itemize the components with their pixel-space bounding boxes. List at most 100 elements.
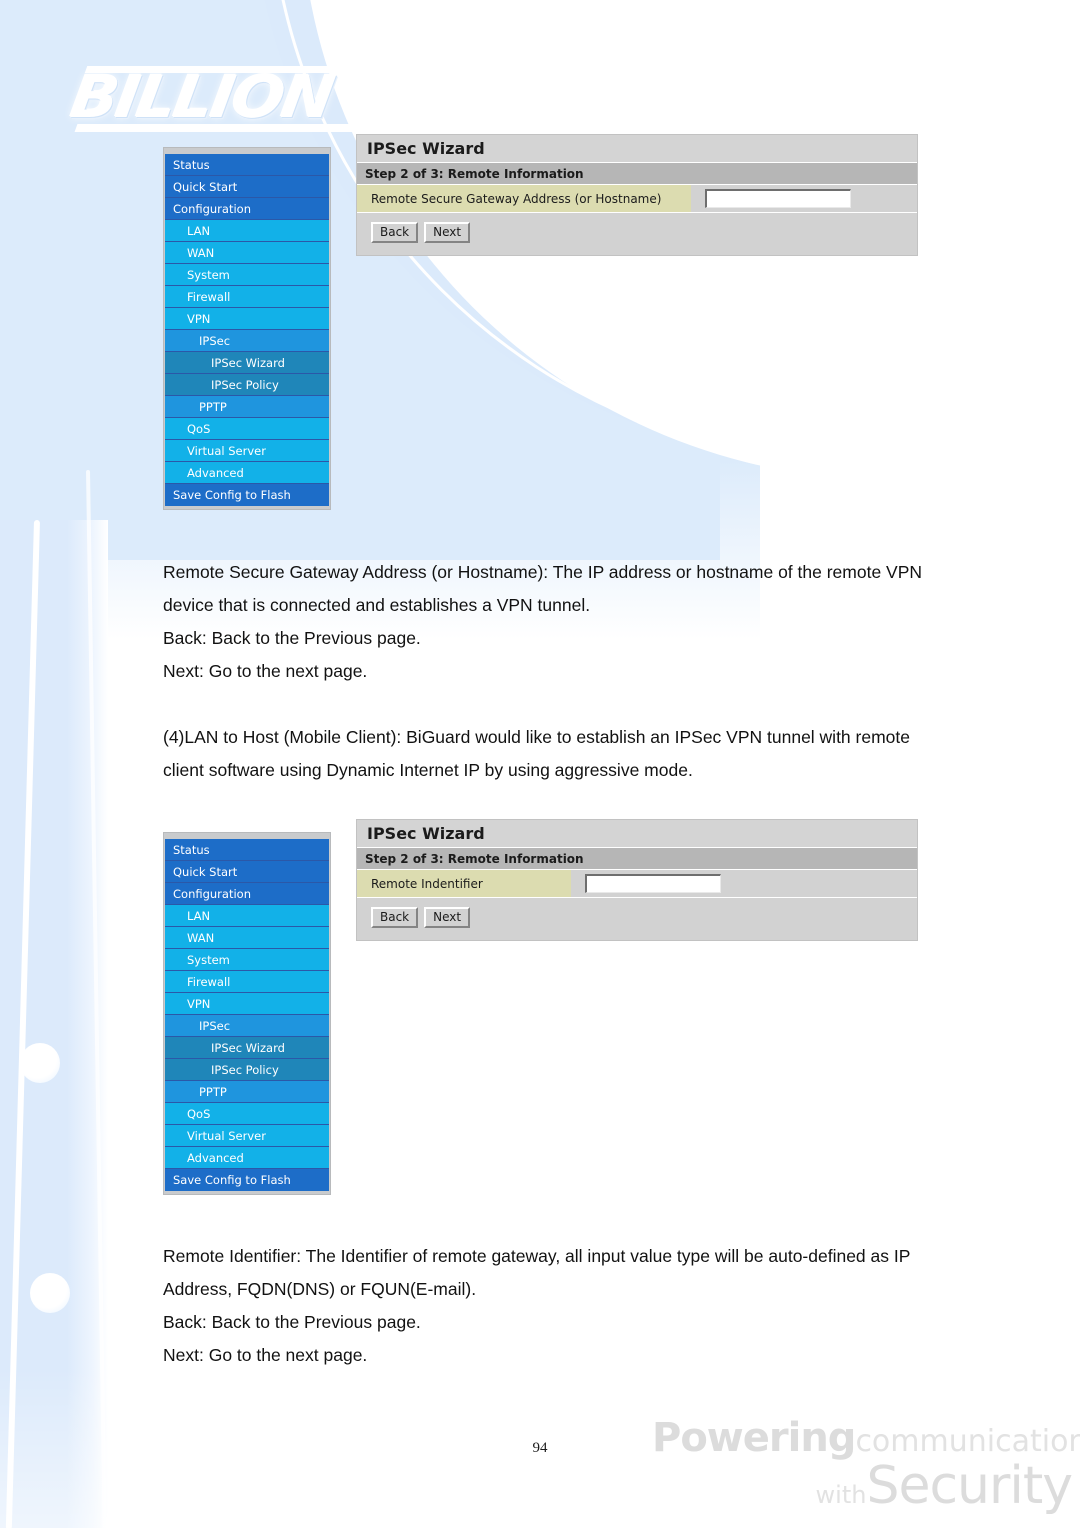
background-left-band [0, 0, 108, 1528]
tagline-line-one: Poweringcommunications [652, 1415, 1080, 1461]
tagline-with: with [815, 1481, 867, 1509]
sidebar-item-save-config-to-flash[interactable]: Save Config to Flash [165, 484, 329, 506]
sidebar-item-ipsec-policy[interactable]: IPSec Policy [165, 1059, 329, 1081]
sidebar-item-firewall[interactable]: Firewall [165, 286, 329, 308]
sidebar-item-label: IPSec Policy [211, 1063, 279, 1077]
sidebar-item-ipsec-wizard[interactable]: IPSec Wizard [165, 352, 329, 374]
remote-gateway-field-cell [691, 185, 917, 212]
body-paragraph: Next: Go to the next page. [163, 661, 368, 681]
background-node-circle [30, 1273, 70, 1313]
sidebar-item-save-config-to-flash[interactable]: Save Config to Flash [165, 1169, 329, 1191]
sidebar-item-virtual-server[interactable]: Virtual Server [165, 1125, 329, 1147]
body-paragraph: (4)LAN to Host (Mobile Client): BiGuard … [163, 727, 910, 780]
body-text-block-two: (4)LAN to Host (Mobile Client): BiGuard … [163, 721, 933, 787]
sidebar-item-label: VPN [187, 312, 211, 326]
body-paragraph: Next: Go to the next page. [163, 1345, 368, 1365]
body-text-block-three: Remote Identifier: The Identifier of rem… [163, 1240, 933, 1372]
remote-identifier-input[interactable] [585, 874, 721, 893]
sidebar-item-label: LAN [187, 909, 211, 923]
sidebar-item-label: Virtual Server [187, 1129, 266, 1143]
tagline-communications: communications [855, 1424, 1080, 1459]
sidebar-item-label: IPSec [199, 334, 231, 348]
logo-bar-bottom [74, 124, 378, 132]
sidebar-item-ipsec[interactable]: IPSec [165, 1015, 329, 1037]
sidebar-item-label: Configuration [173, 887, 251, 901]
sidebar-item-pptp[interactable]: PPTP [165, 1081, 329, 1103]
tagline-powering: Powering [652, 1415, 856, 1461]
panel-title: IPSec Wizard [357, 820, 917, 848]
sidebar-item-label: Firewall [187, 290, 231, 304]
router-navigation-menu[interactable]: Status Quick Start Configuration LAN WAN Syst… [163, 832, 331, 1195]
remote-gateway-row: Remote Secure Gateway Address (or Hostna… [357, 185, 917, 213]
sidebar-item-ipsec[interactable]: IPSec [165, 330, 329, 352]
sidebar-item-label: Firewall [187, 975, 231, 989]
sidebar-item-label: WAN [187, 931, 215, 945]
sidebar-item-wan[interactable]: WAN [165, 927, 329, 949]
sidebar-item-quick-start[interactable]: Quick Start [165, 861, 329, 883]
sidebar-item-label: Status [173, 843, 210, 857]
sidebar-item-label: IPSec Policy [211, 378, 279, 392]
back-button[interactable]: Back [371, 907, 419, 928]
sidebar-item-label: Save Config to Flash [173, 488, 291, 502]
sidebar-item-label: PPTP [199, 1085, 227, 1099]
body-paragraph: Back: Back to the Previous page. [163, 1312, 421, 1332]
sidebar-item-virtual-server[interactable]: Virtual Server [165, 440, 329, 462]
tagline-line-two: withSecurity [652, 1460, 1073, 1512]
sidebar-item-ipsec-policy[interactable]: IPSec Policy [165, 374, 329, 396]
sidebar-item-label: System [187, 953, 230, 967]
panel-step-label: Step 2 of 3: Remote Information [357, 848, 917, 870]
sidebar-item-quick-start[interactable]: Quick Start [165, 176, 329, 198]
sidebar-item-status[interactable]: Status [165, 154, 329, 176]
background-node-circle [20, 1043, 60, 1083]
sidebar-item-qos[interactable]: QoS [165, 418, 329, 440]
sidebar-item-qos[interactable]: QoS [165, 1103, 329, 1125]
sidebar-item-firewall[interactable]: Firewall [165, 971, 329, 993]
panel-step-label: Step 2 of 3: Remote Information [357, 163, 917, 185]
body-paragraph: Back: Back to the Previous page. [163, 628, 421, 648]
sidebar-item-label: Advanced [187, 1151, 244, 1165]
sidebar-item-label: VPN [187, 997, 211, 1011]
sidebar-item-ipsec-wizard[interactable]: IPSec Wizard [165, 1037, 329, 1059]
sidebar-item-label: Quick Start [173, 180, 238, 194]
sidebar-item-system[interactable]: System [165, 949, 329, 971]
sidebar-item-label: Quick Start [173, 865, 238, 879]
sidebar-item-system[interactable]: System [165, 264, 329, 286]
background-left-line-secondary [86, 469, 107, 1528]
next-button[interactable]: Next [424, 222, 471, 243]
sidebar-item-vpn[interactable]: VPN [165, 308, 329, 330]
background-left-line [5, 519, 40, 1528]
panel-title: IPSec Wizard [357, 135, 917, 163]
sidebar-item-label: LAN [187, 224, 211, 238]
sidebar-item-label: QoS [187, 422, 211, 436]
sidebar-item-vpn[interactable]: VPN [165, 993, 329, 1015]
sidebar-item-label: Advanced [187, 466, 244, 480]
sidebar-item-label: IPSec Wizard [211, 1041, 285, 1055]
sidebar-item-lan[interactable]: LAN [165, 905, 329, 927]
sidebar-item-configuration[interactable]: Configuration [165, 883, 329, 905]
sidebar-item-label: Status [173, 158, 210, 172]
remote-identifier-row: Remote Indentifier [357, 870, 917, 898]
sidebar-item-configuration[interactable]: Configuration [165, 198, 329, 220]
sidebar-item-label: Configuration [173, 202, 251, 216]
tagline-security: Security [866, 1456, 1073, 1516]
remote-gateway-input[interactable] [705, 189, 851, 208]
sidebar-item-label: System [187, 268, 230, 282]
sidebar-item-label: PPTP [199, 400, 227, 414]
sidebar-item-label: WAN [187, 246, 215, 260]
sidebar-item-pptp[interactable]: PPTP [165, 396, 329, 418]
sidebar-item-advanced[interactable]: Advanced [165, 462, 329, 484]
back-button[interactable]: Back [371, 222, 419, 243]
sidebar-item-label: QoS [187, 1107, 211, 1121]
remote-identifier-field-cell [571, 870, 917, 897]
remote-gateway-label: Remote Secure Gateway Address (or Hostna… [357, 185, 691, 212]
sidebar-item-lan[interactable]: LAN [165, 220, 329, 242]
next-button[interactable]: Next [424, 907, 471, 928]
sidebar-item-label: IPSec [199, 1019, 231, 1033]
sidebar-item-label: IPSec Wizard [211, 356, 285, 370]
sidebar-item-advanced[interactable]: Advanced [165, 1147, 329, 1169]
body-paragraph: Remote Identifier: The Identifier of rem… [163, 1246, 911, 1299]
logo-wordmark: BILLION [66, 63, 338, 131]
sidebar-item-status[interactable]: Status [165, 839, 329, 861]
sidebar-item-wan[interactable]: WAN [165, 242, 329, 264]
router-navigation-menu[interactable]: Status Quick Start Configuration LAN WAN Syst… [163, 147, 331, 510]
